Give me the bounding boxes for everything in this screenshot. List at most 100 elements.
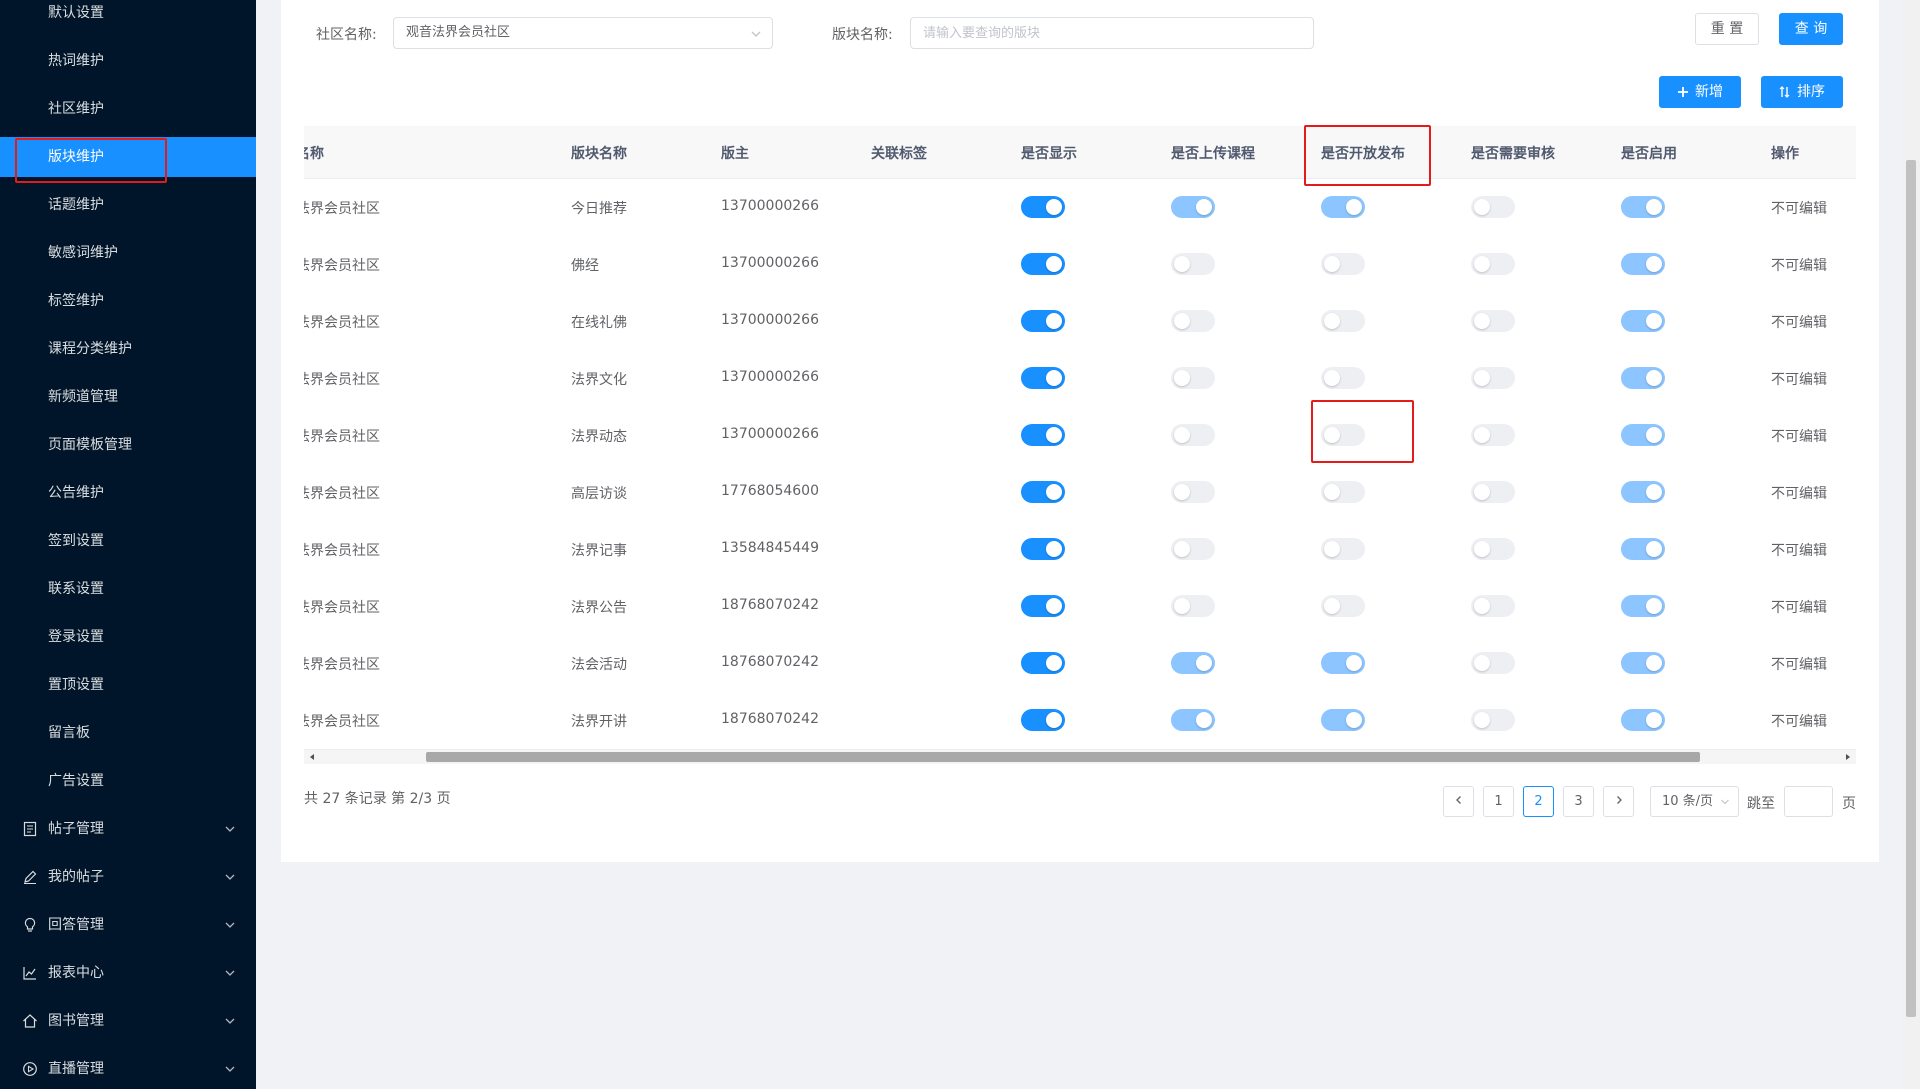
open-publish-toggle[interactable] bbox=[1321, 709, 1365, 731]
add-button[interactable]: 新增 bbox=[1659, 76, 1741, 108]
cell-action-not-editable[interactable]: 不可编辑 bbox=[1771, 312, 1827, 332]
open-publish-toggle[interactable] bbox=[1321, 652, 1365, 674]
need-review-toggle[interactable] bbox=[1471, 253, 1515, 275]
scrollbar-thumb[interactable] bbox=[426, 752, 1700, 762]
upload-course-toggle[interactable] bbox=[1171, 652, 1215, 674]
open-publish-toggle[interactable] bbox=[1321, 538, 1365, 560]
sidebar-item-course-categories[interactable]: 课程分类维护 bbox=[0, 329, 256, 369]
enabled-toggle[interactable] bbox=[1621, 253, 1665, 275]
sidebar-group-books[interactable]: 图书管理 bbox=[0, 1001, 256, 1041]
next-page-button[interactable] bbox=[1603, 786, 1634, 817]
page-button-3[interactable]: 3 bbox=[1563, 786, 1594, 817]
upload-course-toggle[interactable] bbox=[1171, 310, 1215, 332]
jump-page-input[interactable] bbox=[1784, 786, 1833, 817]
open-publish-toggle[interactable] bbox=[1321, 367, 1365, 389]
show-toggle[interactable] bbox=[1021, 595, 1065, 617]
show-toggle[interactable] bbox=[1021, 709, 1065, 731]
sort-button[interactable]: 排序 bbox=[1761, 76, 1843, 108]
section-search-input[interactable] bbox=[910, 17, 1314, 49]
sidebar-item-ads[interactable]: 广告设置 bbox=[0, 761, 256, 801]
sidebar-item-checkin[interactable]: 签到设置 bbox=[0, 521, 256, 561]
sidebar-item-sections[interactable]: 版块维护 bbox=[0, 137, 256, 177]
enabled-toggle[interactable] bbox=[1621, 481, 1665, 503]
cell-action-not-editable[interactable]: 不可编辑 bbox=[1771, 597, 1827, 617]
sidebar-item-tags[interactable]: 标签维护 bbox=[0, 281, 256, 321]
sidebar-group-reports[interactable]: 报表中心 bbox=[0, 953, 256, 993]
cell-action-not-editable[interactable]: 不可编辑 bbox=[1771, 255, 1827, 275]
cell-action-not-editable[interactable]: 不可编辑 bbox=[1771, 369, 1827, 389]
page-scrollbar-thumb[interactable] bbox=[1906, 160, 1916, 1017]
sidebar-group-answers[interactable]: 回答管理 bbox=[0, 905, 256, 945]
need-review-toggle[interactable] bbox=[1471, 367, 1515, 389]
enabled-toggle[interactable] bbox=[1621, 310, 1665, 332]
sidebar-item-community[interactable]: 社区维护 bbox=[0, 89, 256, 129]
enabled-toggle[interactable] bbox=[1621, 196, 1665, 218]
page-vertical-scrollbar[interactable] bbox=[1902, 0, 1920, 1089]
cell-action-not-editable[interactable]: 不可编辑 bbox=[1771, 426, 1827, 446]
show-toggle[interactable] bbox=[1021, 424, 1065, 446]
page-button-2[interactable]: 2 bbox=[1523, 786, 1554, 817]
table-horizontal-scrollbar[interactable] bbox=[304, 750, 1856, 764]
upload-course-toggle[interactable] bbox=[1171, 538, 1215, 560]
open-publish-toggle[interactable] bbox=[1321, 310, 1365, 332]
enabled-toggle[interactable] bbox=[1621, 367, 1665, 389]
upload-course-toggle[interactable] bbox=[1171, 595, 1215, 617]
upload-course-toggle[interactable] bbox=[1171, 367, 1215, 389]
upload-course-toggle[interactable] bbox=[1171, 709, 1215, 731]
sidebar-group-posts[interactable]: 帖子管理 bbox=[0, 809, 256, 849]
page-button-1[interactable]: 1 bbox=[1483, 786, 1514, 817]
need-review-toggle[interactable] bbox=[1471, 652, 1515, 674]
sidebar-item-channels[interactable]: 新频道管理 bbox=[0, 377, 256, 417]
reset-button[interactable]: 重 置 bbox=[1695, 13, 1759, 45]
need-review-toggle[interactable] bbox=[1471, 481, 1515, 503]
sidebar-item-login[interactable]: 登录设置 bbox=[0, 617, 256, 657]
sidebar-item-page-templates[interactable]: 页面模板管理 bbox=[0, 425, 256, 465]
show-toggle[interactable] bbox=[1021, 367, 1065, 389]
page-size-select[interactable]: 10 条/页 bbox=[1650, 786, 1739, 817]
show-toggle[interactable] bbox=[1021, 481, 1065, 503]
enabled-toggle[interactable] bbox=[1621, 595, 1665, 617]
upload-course-toggle[interactable] bbox=[1171, 424, 1215, 446]
scroll-right-icon[interactable] bbox=[1844, 753, 1852, 761]
open-publish-toggle[interactable] bbox=[1321, 253, 1365, 275]
sidebar-group-my-posts[interactable]: 我的帖子 bbox=[0, 857, 256, 897]
enabled-toggle[interactable] bbox=[1621, 538, 1665, 560]
upload-course-toggle[interactable] bbox=[1171, 196, 1215, 218]
enabled-toggle[interactable] bbox=[1621, 652, 1665, 674]
upload-course-toggle[interactable] bbox=[1171, 253, 1215, 275]
open-publish-toggle[interactable] bbox=[1321, 196, 1365, 218]
sidebar-item-announcements[interactable]: 公告维护 bbox=[0, 473, 256, 513]
sidebar-item-message-board[interactable]: 留言板 bbox=[0, 713, 256, 753]
open-publish-toggle[interactable] bbox=[1321, 481, 1365, 503]
community-select[interactable]: 观音法界会员社区 bbox=[393, 17, 773, 49]
search-button[interactable]: 查 询 bbox=[1779, 13, 1843, 45]
show-toggle[interactable] bbox=[1021, 310, 1065, 332]
sidebar-item-pinning[interactable]: 置顶设置 bbox=[0, 665, 256, 705]
scroll-left-icon[interactable] bbox=[308, 753, 316, 761]
need-review-toggle[interactable] bbox=[1471, 196, 1515, 218]
show-toggle[interactable] bbox=[1021, 652, 1065, 674]
cell-action-not-editable[interactable]: 不可编辑 bbox=[1771, 198, 1827, 218]
show-toggle[interactable] bbox=[1021, 196, 1065, 218]
need-review-toggle[interactable] bbox=[1471, 595, 1515, 617]
prev-page-button[interactable] bbox=[1443, 786, 1474, 817]
need-review-toggle[interactable] bbox=[1471, 709, 1515, 731]
need-review-toggle[interactable] bbox=[1471, 310, 1515, 332]
cell-action-not-editable[interactable]: 不可编辑 bbox=[1771, 483, 1827, 503]
cell-action-not-editable[interactable]: 不可编辑 bbox=[1771, 711, 1827, 731]
sidebar-item-hotwords[interactable]: 热词维护 bbox=[0, 41, 256, 81]
cell-action-not-editable[interactable]: 不可编辑 bbox=[1771, 540, 1827, 560]
show-toggle[interactable] bbox=[1021, 253, 1065, 275]
sidebar-group-live[interactable]: 直播管理 bbox=[0, 1049, 256, 1089]
open-publish-toggle[interactable] bbox=[1321, 424, 1365, 446]
enabled-toggle[interactable] bbox=[1621, 424, 1665, 446]
sidebar-item-default-settings[interactable]: 默认设置 bbox=[0, 0, 256, 33]
upload-course-toggle[interactable] bbox=[1171, 481, 1215, 503]
show-toggle[interactable] bbox=[1021, 538, 1065, 560]
need-review-toggle[interactable] bbox=[1471, 538, 1515, 560]
sidebar-item-contact[interactable]: 联系设置 bbox=[0, 569, 256, 609]
sidebar-item-sensitive-words[interactable]: 敏感词维护 bbox=[0, 233, 256, 273]
sidebar-item-topics[interactable]: 话题维护 bbox=[0, 185, 256, 225]
open-publish-toggle[interactable] bbox=[1321, 595, 1365, 617]
need-review-toggle[interactable] bbox=[1471, 424, 1515, 446]
